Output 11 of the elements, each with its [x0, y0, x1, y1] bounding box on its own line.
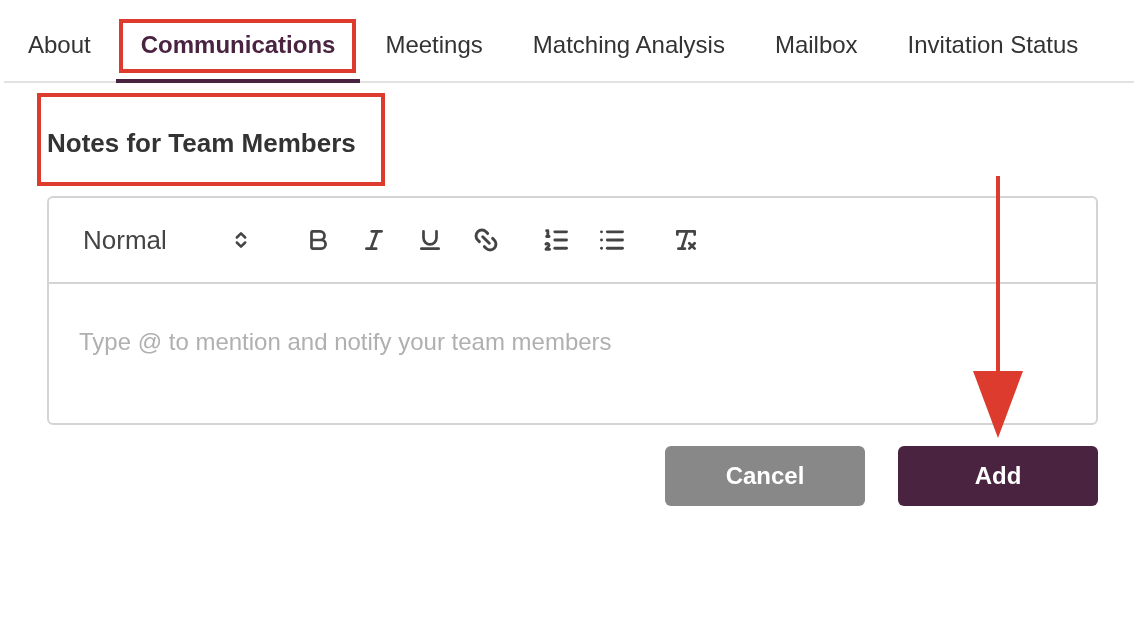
- tab[interactable]: Meetings: [360, 0, 508, 83]
- tab[interactable]: Communications: [115, 0, 361, 83]
- tab[interactable]: Mailbox: [749, 0, 883, 83]
- cancel-button[interactable]: Cancel: [665, 446, 865, 506]
- add-button[interactable]: Add: [898, 446, 1098, 506]
- format-select[interactable]: Normal: [83, 224, 263, 256]
- tab[interactable]: Invitation Status: [882, 0, 1104, 83]
- tab[interactable]: Matching Analysis: [507, 0, 750, 83]
- notes-editor[interactable]: Normal Type @ to mention and notify your team members: [47, 196, 1098, 425]
- tab[interactable]: About: [7, 0, 116, 83]
- section-title: Notes for Team Members: [47, 128, 356, 159]
